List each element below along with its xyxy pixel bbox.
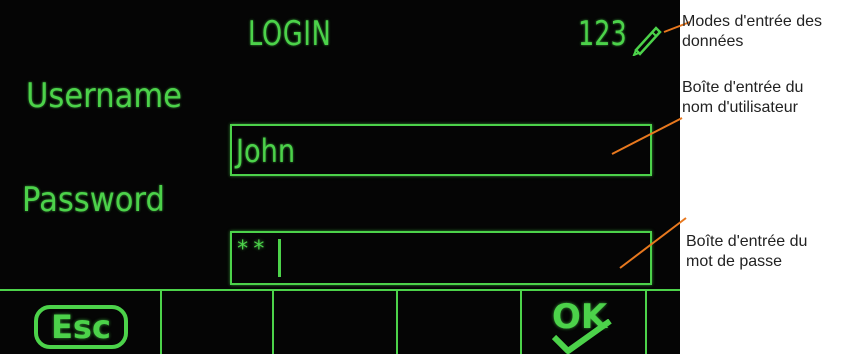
checkmark-icon: [551, 319, 612, 354]
empty-softkey-4[interactable]: [398, 291, 520, 354]
password-label: Password: [22, 180, 165, 220]
page-title: LOGIN: [248, 14, 332, 54]
empty-softkey-3[interactable]: [274, 291, 396, 354]
terminal-display: LOGIN 123 Username John Password ** Esc …: [0, 0, 680, 354]
annotation-text: Modes d'entrée des: [682, 13, 823, 30]
pencil-icon[interactable]: [630, 22, 664, 56]
annotation-text: Boîte d'entrée du: [686, 233, 808, 250]
annotation-input-modes: Modes d'entrée des données: [682, 12, 822, 52]
username-input[interactable]: John: [230, 124, 652, 176]
annotation-username-box: Boîte d'entrée du nom d'utilisateur: [682, 78, 803, 118]
annotation-text: nom d'utilisateur: [682, 99, 798, 116]
username-label: Username: [26, 76, 182, 116]
softkey-divider: [645, 291, 647, 354]
esc-softkey[interactable]: Esc: [0, 291, 160, 354]
ok-softkey[interactable]: OK: [520, 291, 645, 354]
annotation-password-box: Boîte d'entrée du mot de passe: [686, 232, 807, 272]
input-mode-indicator[interactable]: 123: [578, 14, 627, 54]
password-value: **: [236, 237, 269, 262]
annotation-text: mot de passe: [686, 253, 783, 270]
annotation-text: données: [682, 33, 744, 50]
username-value: John: [236, 132, 296, 170]
text-cursor: [278, 239, 281, 277]
password-input[interactable]: **: [230, 231, 652, 285]
annotation-text: Boîte d'entrée du: [682, 79, 804, 96]
esc-button[interactable]: Esc: [34, 305, 128, 349]
softkey-bar: Esc OK: [0, 289, 680, 354]
empty-softkey-2[interactable]: [162, 291, 272, 354]
